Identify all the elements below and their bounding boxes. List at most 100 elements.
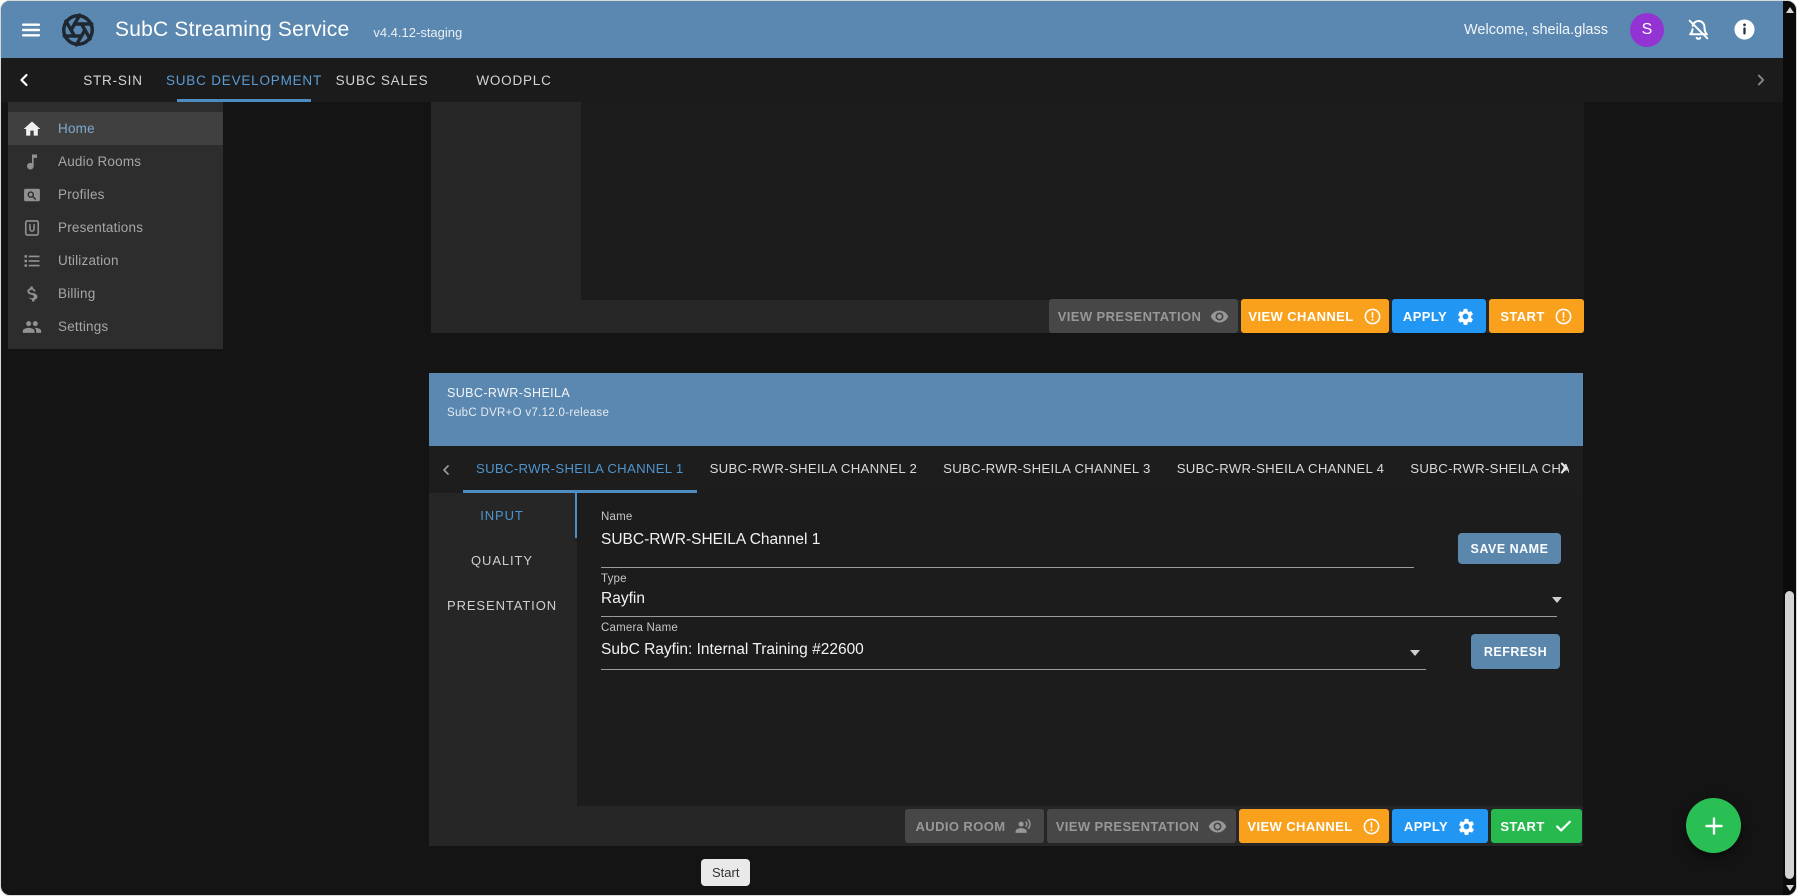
name-field[interactable]: SUBC-RWR-SHEILA Channel 1 (601, 531, 820, 549)
button-label: APPLY (1404, 819, 1448, 834)
save-name-button[interactable]: SAVE NAME (1458, 533, 1561, 564)
home-icon (22, 119, 42, 139)
top-card-actions: VIEW PRESENTATION VIEW CHANNEL APPLY STA… (1049, 299, 1584, 333)
top-device-card: VIEW PRESENTATION VIEW CHANNEL APPLY STA… (431, 102, 1584, 333)
device-title: SUBC-RWR-SHEILA (447, 386, 1565, 400)
app-header: SubC Streaming Service v4.4.12-staging W… (1, 1, 1796, 58)
org-tab-subc-sales[interactable]: SUBC SALES (311, 58, 453, 102)
type-field-label: Type (601, 573, 627, 585)
channel-tab-bar: SUBC-RWR-SHEILA CHANNEL 1 SUBC-RWR-SHEIL… (429, 446, 1583, 493)
sidebar-item-label: Profiles (58, 187, 105, 202)
name-field-label: Name (601, 511, 632, 523)
sidebar-item-label: Billing (58, 286, 95, 301)
error-icon (1362, 817, 1381, 836)
people-icon (22, 317, 42, 337)
channel-tab-4[interactable]: SUBC-RWR-SHEILA CHANNEL 4 (1164, 446, 1398, 493)
app-window: SubC Streaming Service v4.4.12-staging W… (0, 0, 1797, 896)
notifications-off-icon[interactable] (1686, 17, 1711, 42)
sidebar-item-profiles[interactable]: Profiles (8, 178, 223, 211)
plus-icon (1701, 813, 1727, 839)
info-icon[interactable] (1733, 18, 1756, 41)
chevron-down-icon[interactable] (1552, 597, 1562, 603)
org-tabs: STR-SIN SUBC DEVELOPMENT SUBC SALES WOOD… (49, 58, 575, 102)
scroll-down-icon[interactable] (1786, 885, 1794, 891)
dollar-icon (22, 284, 42, 304)
input-form: Name SUBC-RWR-SHEILA Channel 1 SAVE NAME… (577, 493, 1583, 806)
tabs-scroll-right-icon[interactable] (1752, 58, 1770, 102)
tab-input[interactable]: INPUT (429, 493, 577, 538)
view-channel-button[interactable]: VIEW CHANNEL (1239, 809, 1389, 843)
name-field-underline (601, 567, 1414, 568)
camera-name-select-underline (601, 669, 1426, 670)
button-label: AUDIO ROOM (916, 819, 1006, 834)
type-select[interactable]: Rayfin (601, 590, 645, 608)
view-channel-button[interactable]: VIEW CHANNEL (1241, 299, 1389, 333)
avatar-initial: S (1642, 21, 1653, 39)
tab-quality[interactable]: QUALITY (429, 538, 577, 583)
add-button[interactable] (1686, 798, 1741, 853)
audio-room-button[interactable]: AUDIO ROOM (905, 809, 1044, 843)
channel-tab-1[interactable]: SUBC-RWR-SHEILA CHANNEL 1 (463, 446, 697, 493)
org-tab-subc-development[interactable]: SUBC DEVELOPMENT (177, 58, 311, 102)
welcome-text: Welcome, sheila.glass (1464, 22, 1608, 38)
device-card-header: SUBC-RWR-SHEILA SubC DVR+O v7.12.0-relea… (429, 373, 1583, 446)
camera-name-field-label: Camera Name (601, 622, 678, 634)
eye-icon (1210, 307, 1229, 326)
app-version: v4.4.12-staging (373, 25, 462, 40)
music-note-icon (22, 152, 42, 172)
menu-icon[interactable] (19, 17, 45, 43)
channel-tab-2[interactable]: SUBC-RWR-SHEILA CHANNEL 2 (697, 446, 931, 493)
button-label: VIEW PRESENTATION (1056, 819, 1200, 834)
start-tooltip: Start (701, 859, 750, 886)
start-button[interactable]: START (1491, 809, 1582, 843)
tab-presentation[interactable]: PRESENTATION (429, 583, 577, 628)
view-presentation-button[interactable]: VIEW PRESENTATION (1049, 299, 1238, 333)
channel-tabs-prev-icon[interactable] (429, 446, 463, 493)
start-button[interactable]: START (1489, 299, 1584, 333)
sidebar-item-utilization[interactable]: Utilization (8, 244, 223, 277)
org-tab-str-sin[interactable]: STR-SIN (49, 58, 177, 102)
chevron-down-icon[interactable] (1410, 650, 1420, 656)
button-label: VIEW CHANNEL (1248, 309, 1353, 324)
view-presentation-button[interactable]: VIEW PRESENTATION (1047, 809, 1236, 843)
org-tab-woodplc[interactable]: WOODPLC (453, 58, 575, 102)
header-right: Welcome, sheila.glass S (1464, 13, 1756, 47)
header-left: SubC Streaming Service v4.4.12-staging (19, 12, 462, 48)
refresh-button[interactable]: REFRESH (1471, 634, 1560, 669)
apply-button[interactable]: APPLY (1392, 809, 1488, 843)
button-label: VIEW PRESENTATION (1058, 309, 1202, 324)
apply-button[interactable]: APPLY (1392, 299, 1486, 333)
button-label: START (1500, 309, 1544, 324)
attachment-icon (22, 218, 42, 238)
sidebar-item-audio-rooms[interactable]: Audio Rooms (8, 145, 223, 178)
org-tab-bar: STR-SIN SUBC DEVELOPMENT SUBC SALES WOOD… (1, 58, 1796, 102)
app-title: SubC Streaming Service (115, 18, 349, 42)
avatar[interactable]: S (1630, 13, 1664, 47)
sidebar-item-presentations[interactable]: Presentations (8, 211, 223, 244)
page-scrollbar[interactable] (1783, 1, 1796, 896)
device-card: SUBC-RWR-SHEILA SubC DVR+O v7.12.0-relea… (429, 373, 1583, 846)
scroll-up-icon[interactable] (1786, 7, 1794, 13)
type-select-underline (601, 616, 1557, 617)
sidebar-item-settings[interactable]: Settings (8, 310, 223, 343)
sidebar: Home Audio Rooms Profiles Presentations … (1, 102, 223, 349)
channel-tab-3[interactable]: SUBC-RWR-SHEILA CHANNEL 3 (930, 446, 1164, 493)
gear-icon (1456, 307, 1475, 326)
sidebar-item-billing[interactable]: Billing (8, 277, 223, 310)
channel-tab-5[interactable]: SUBC-RWR-SHEILA CHANNEL 5 (1397, 446, 1569, 493)
sidebar-item-home[interactable]: Home (8, 112, 223, 145)
tabs-scroll-left-icon[interactable] (1, 58, 47, 102)
check-icon (1554, 817, 1573, 836)
button-label: VIEW CHANNEL (1247, 819, 1352, 834)
camera-name-select[interactable]: SubC Rayfin: Internal Training #22600 (601, 641, 864, 659)
app-logo-aperture-icon (60, 12, 96, 48)
sidebar-item-label: Presentations (58, 220, 143, 235)
scrollbar-thumb[interactable] (1785, 591, 1794, 879)
button-label: APPLY (1403, 309, 1447, 324)
device-subtitle: SubC DVR+O v7.12.0-release (447, 407, 1565, 419)
list-icon (22, 251, 42, 271)
channel-tabs-next-icon[interactable] (1555, 446, 1573, 490)
pageview-icon (22, 185, 42, 205)
sidebar-item-label: Home (58, 121, 95, 136)
channel-settings-body: INPUT QUALITY PRESENTATION Name SUBC-RWR… (429, 493, 1583, 806)
